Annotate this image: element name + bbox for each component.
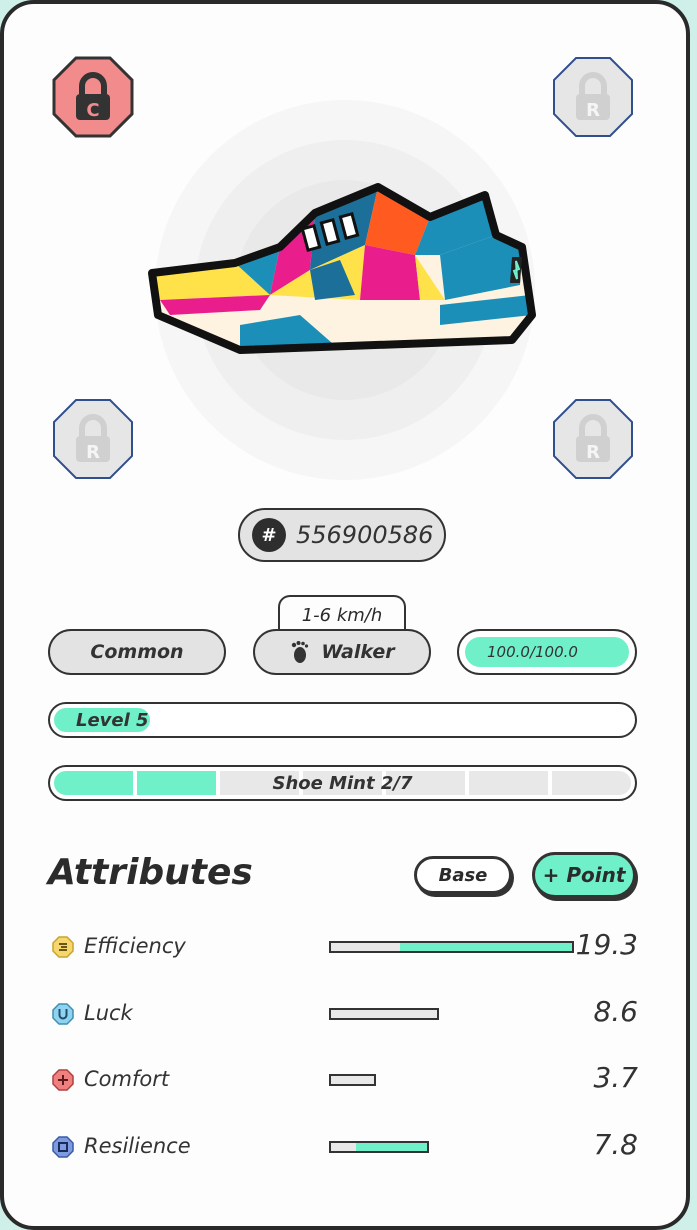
luck-icon: [52, 1003, 74, 1025]
attribute-bar: [329, 1008, 440, 1020]
speed-range: 1-6 km/h: [278, 595, 406, 633]
attribute-row-luck: Luck 8.6: [48, 995, 638, 1035]
gem-socket-top-right[interactable]: R: [552, 56, 634, 138]
attribute-boost: [355, 1143, 428, 1151]
attribute-name: Efficiency: [84, 934, 186, 958]
efficiency-icon: [52, 936, 74, 958]
attribute-row-resilience: Resilience 7.8: [48, 1128, 638, 1168]
attribute-bar: [329, 1141, 430, 1153]
rarity-badge: Common: [48, 629, 226, 675]
attribute-bar: [329, 941, 574, 953]
lock-icon: R: [53, 399, 133, 479]
level-label: Level 5: [76, 709, 149, 731]
level-fill: Level 5: [54, 708, 150, 732]
attribute-value: 8.6: [593, 995, 638, 1028]
attribute-name: Resilience: [84, 1134, 191, 1158]
attribute-name: Comfort: [84, 1067, 170, 1091]
attribute-name: Luck: [84, 1001, 133, 1025]
sneaker-id: 556900586: [296, 521, 434, 549]
hash-icon: #: [252, 518, 286, 552]
attribute-bar: [329, 1074, 376, 1086]
sneaker-id-badge: # 556900586: [238, 508, 446, 562]
svg-text:R: R: [86, 442, 100, 463]
gem-socket-bottom-left[interactable]: R: [52, 398, 134, 480]
durability-bar: 100.0/100.0: [457, 629, 637, 675]
resilience-icon: [52, 1136, 74, 1158]
attributes-title: Attributes: [48, 852, 253, 893]
lock-icon: R: [553, 57, 633, 137]
gem-socket-bottom-right[interactable]: R: [552, 398, 634, 480]
svg-text:R: R: [586, 100, 600, 121]
durability-value: 100.0/100.0: [487, 643, 578, 661]
shoe-mint-label: Shoe Mint 2/7: [272, 772, 413, 794]
add-point-button[interactable]: + Point: [532, 852, 636, 898]
attribute-value: 3.7: [593, 1061, 638, 1094]
lock-icon: R: [553, 399, 633, 479]
level-bar: Level 5: [48, 702, 637, 738]
attribute-boost: [399, 943, 572, 951]
svg-text:R: R: [586, 442, 600, 463]
svg-text:C: C: [86, 100, 99, 121]
durability-fill: 100.0/100.0: [465, 637, 629, 667]
attribute-value: 19.3: [575, 928, 638, 961]
base-button[interactable]: Base: [414, 856, 512, 894]
attribute-row-comfort: Comfort 3.7: [48, 1061, 638, 1101]
footprint-icon: [289, 640, 311, 664]
type-badge: Walker: [253, 629, 431, 675]
lock-icon: C: [52, 56, 134, 138]
comfort-icon: [52, 1069, 74, 1091]
attribute-value: 7.8: [593, 1128, 638, 1161]
shoe-mint-bar: Shoe Mint 2/7: [48, 765, 637, 801]
gem-socket-top-left[interactable]: C: [52, 56, 134, 138]
type-label: Walker: [321, 641, 395, 663]
attribute-row-efficiency: Efficiency 19.3: [48, 928, 638, 968]
sneaker-image: [148, 183, 536, 354]
